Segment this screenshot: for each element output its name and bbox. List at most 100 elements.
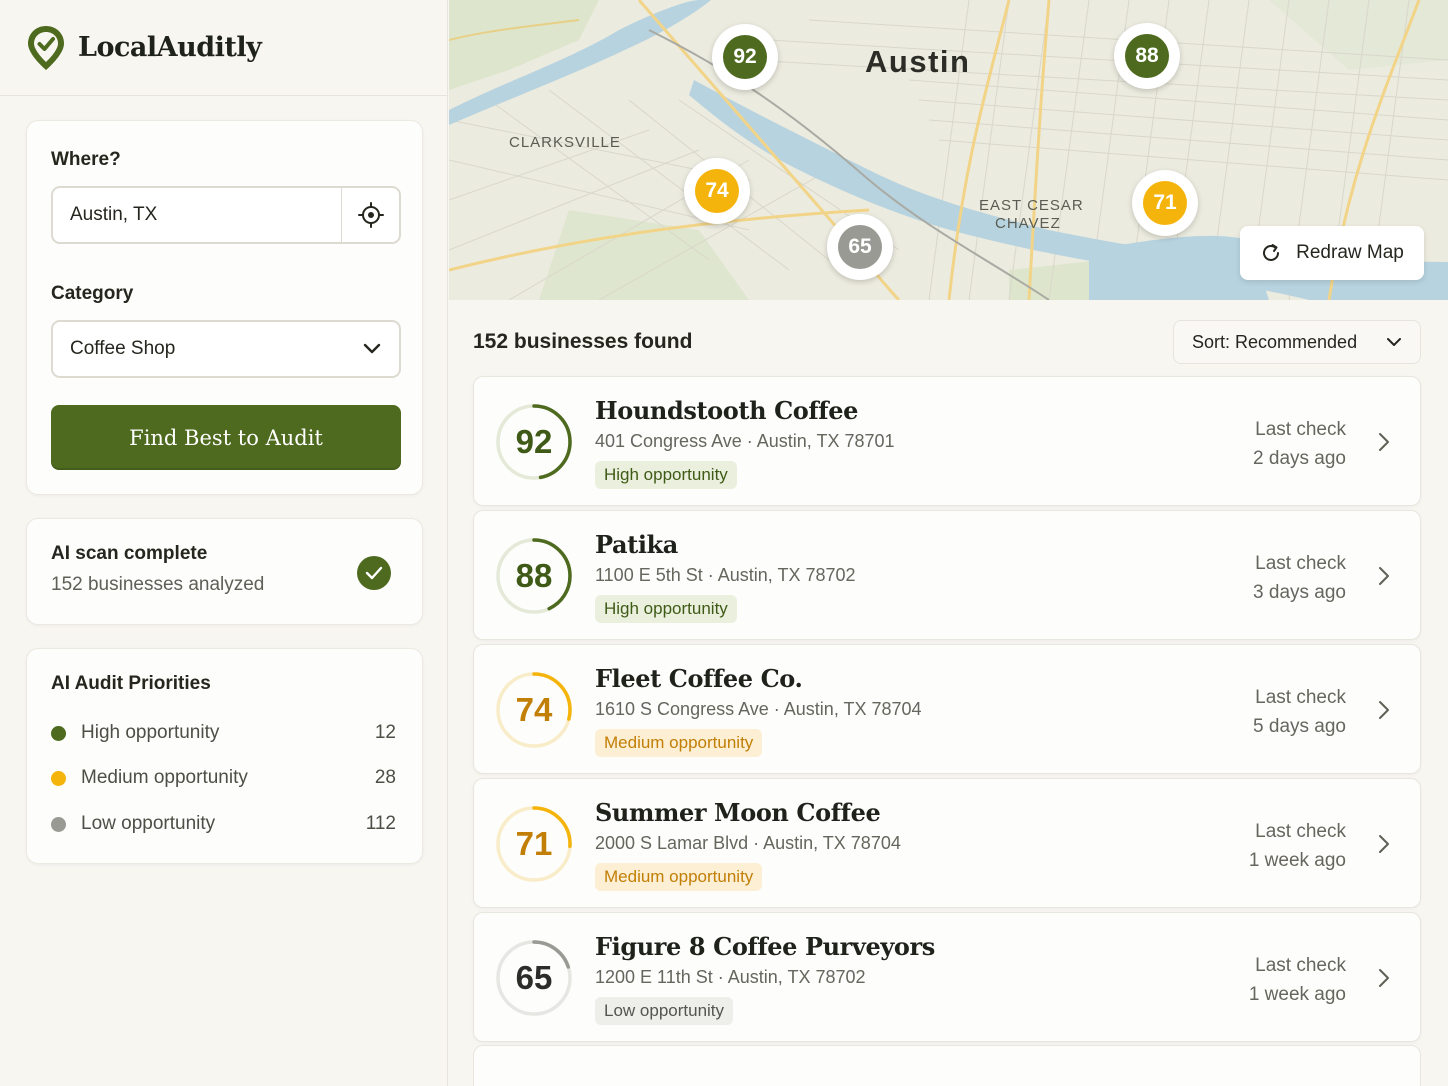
- business-address: 401 Congress Ave · Austin, TX 78701: [595, 431, 895, 451]
- search-card: Where? Category Coffee Shop Find Bes: [26, 120, 423, 495]
- results-header: 152 businesses found Sort: Recommended: [473, 320, 1421, 364]
- map-marker[interactable]: 92: [712, 24, 778, 90]
- priority-row-low[interactable]: Low opportunity 112: [51, 812, 396, 836]
- refresh-icon: [1263, 244, 1280, 261]
- opportunity-badge: High opportunity: [595, 461, 737, 489]
- map-marker[interactable]: 71: [1132, 170, 1198, 236]
- map-view[interactable]: CLARKSVILLE EAST CESAR CHAVEZ Austin 92 …: [449, 0, 1448, 300]
- business-name[interactable]: Figure 8 Coffee Purveyors: [595, 932, 935, 961]
- marker-score: 88: [1125, 34, 1169, 78]
- check-circle-icon: [357, 556, 391, 590]
- map-marker[interactable]: 88: [1114, 23, 1180, 89]
- priority-dot: [51, 725, 66, 741]
- last-check: Last check 1 week ago: [1249, 951, 1346, 1009]
- chevron-right-icon: [1379, 835, 1389, 853]
- last-check-time: 3 days ago: [1253, 582, 1346, 603]
- priority-label: Low opportunity: [81, 813, 216, 834]
- map-label-east-cesar: EAST CESAR: [979, 197, 1084, 214]
- opportunity-badge: Low opportunity: [595, 997, 734, 1025]
- last-check-time: 1 week ago: [1248, 984, 1346, 1005]
- brand-header: LocalAuditly: [0, 0, 447, 96]
- business-name[interactable]: Houndstooth Coffee: [595, 396, 858, 425]
- business-name[interactable]: Summer Moon Coffee: [595, 798, 881, 827]
- map-city-label: Austin: [865, 44, 971, 79]
- marker-score: 71: [1143, 181, 1187, 225]
- priority-row-high[interactable]: High opportunity 12: [51, 721, 396, 745]
- results-count: 152 businesses found: [473, 330, 693, 353]
- result-card-partial[interactable]: [473, 1045, 1421, 1086]
- redraw-map-label: Redraw Map: [1296, 242, 1404, 263]
- priority-label: Medium opportunity: [81, 767, 248, 788]
- category-label: Category: [51, 283, 134, 304]
- location-field[interactable]: [51, 186, 401, 244]
- last-check-label: Last check: [1255, 955, 1346, 976]
- map-label-chavez: CHAVEZ: [995, 215, 1061, 232]
- redraw-map-button[interactable]: Redraw Map: [1240, 226, 1424, 280]
- location-input[interactable]: [53, 188, 341, 242]
- priority-count: 28: [374, 767, 396, 788]
- score-value: 65: [515, 959, 553, 996]
- chevron-right-icon: [1379, 969, 1389, 987]
- priority-row-medium[interactable]: Medium opportunity 28: [51, 766, 396, 790]
- priority-label: High opportunity: [81, 722, 220, 743]
- priority-count: 12: [374, 722, 396, 743]
- chevron-right-icon: [1379, 701, 1389, 719]
- audit-priorities-card: AI Audit Priorities High opportunity 12 …: [26, 648, 423, 864]
- map-pin-check-icon[interactable]: [26, 24, 66, 72]
- last-check-label: Last check: [1255, 821, 1346, 842]
- chevron-down-icon: [1387, 338, 1401, 346]
- map-marker[interactable]: 65: [827, 214, 893, 280]
- last-check-time: 1 week ago: [1248, 850, 1346, 871]
- chevron-down-icon: [363, 343, 381, 354]
- last-check-label: Last check: [1255, 553, 1346, 574]
- score-value: 71: [515, 825, 553, 862]
- business-name[interactable]: Fleet Coffee Co.: [595, 664, 803, 693]
- last-check: Last check 5 days ago: [1253, 683, 1346, 741]
- brand-name[interactable]: LocalAuditly: [78, 32, 262, 63]
- category-select[interactable]: Coffee Shop: [51, 320, 401, 378]
- last-check-time: 2 days ago: [1253, 448, 1346, 469]
- sort-select[interactable]: Sort: Recommended: [1173, 320, 1421, 364]
- marker-score: 92: [723, 35, 767, 79]
- score-value: 74: [515, 691, 553, 728]
- last-check: Last check 1 week ago: [1249, 817, 1346, 875]
- business-address: 1100 E 5th St · Austin, TX 78702: [595, 565, 856, 585]
- business-address: 1610 S Congress Ave · Austin, TX 78704: [595, 699, 922, 719]
- sidebar: LocalAuditly Where? Category Coffee Shop: [0, 0, 448, 1086]
- chevron-right-icon: [1379, 433, 1389, 451]
- opportunity-badge: Medium opportunity: [595, 863, 763, 891]
- scan-title: AI scan complete: [51, 543, 208, 564]
- marker-score: 74: [695, 169, 739, 213]
- result-card[interactable]: 92 Houndstooth Coffee 401 Congress Ave ·…: [473, 376, 1421, 506]
- category-value: Coffee Shop: [70, 338, 176, 359]
- last-check: Last check 2 days ago: [1253, 415, 1346, 473]
- find-best-to-audit-button[interactable]: Find Best to Audit: [51, 405, 401, 470]
- opportunity-badge: Medium opportunity: [595, 729, 763, 757]
- result-card[interactable]: 71 Summer Moon Coffee 2000 S Lamar Blvd …: [473, 778, 1421, 908]
- last-check: Last check 3 days ago: [1253, 549, 1346, 607]
- scan-status-card: AI scan complete 152 businesses analyzed: [26, 518, 423, 625]
- priority-dot: [51, 816, 66, 832]
- score-value: 92: [515, 423, 553, 460]
- priorities-title: AI Audit Priorities: [51, 673, 211, 694]
- priority-count: 112: [365, 813, 396, 834]
- result-card[interactable]: 88 Patika 1100 E 5th St · Austin, TX 787…: [473, 510, 1421, 640]
- business-address: 2000 S Lamar Blvd · Austin, TX 78704: [595, 833, 901, 853]
- locate-me-button[interactable]: [341, 188, 399, 242]
- crosshair-icon: [357, 202, 384, 228]
- result-card[interactable]: 74 Fleet Coffee Co. 1610 S Congress Ave …: [473, 644, 1421, 774]
- last-check-time: 5 days ago: [1253, 716, 1346, 737]
- result-card[interactable]: 65 Figure 8 Coffee Purveyors 1200 E 11th…: [473, 912, 1421, 1042]
- score-value: 88: [515, 557, 553, 594]
- scan-subtitle: 152 businesses analyzed: [51, 574, 265, 595]
- marker-score: 65: [838, 225, 882, 269]
- priority-dot: [51, 770, 66, 786]
- last-check-label: Last check: [1255, 419, 1346, 440]
- map-label-clarksville: CLARKSVILLE: [509, 134, 621, 151]
- chevron-right-icon: [1379, 567, 1389, 585]
- map-marker[interactable]: 74: [684, 158, 750, 224]
- business-name[interactable]: Patika: [595, 530, 678, 559]
- opportunity-badge: High opportunity: [595, 595, 737, 623]
- sort-label: Sort: Recommended: [1192, 331, 1358, 352]
- where-label: Where?: [51, 149, 121, 170]
